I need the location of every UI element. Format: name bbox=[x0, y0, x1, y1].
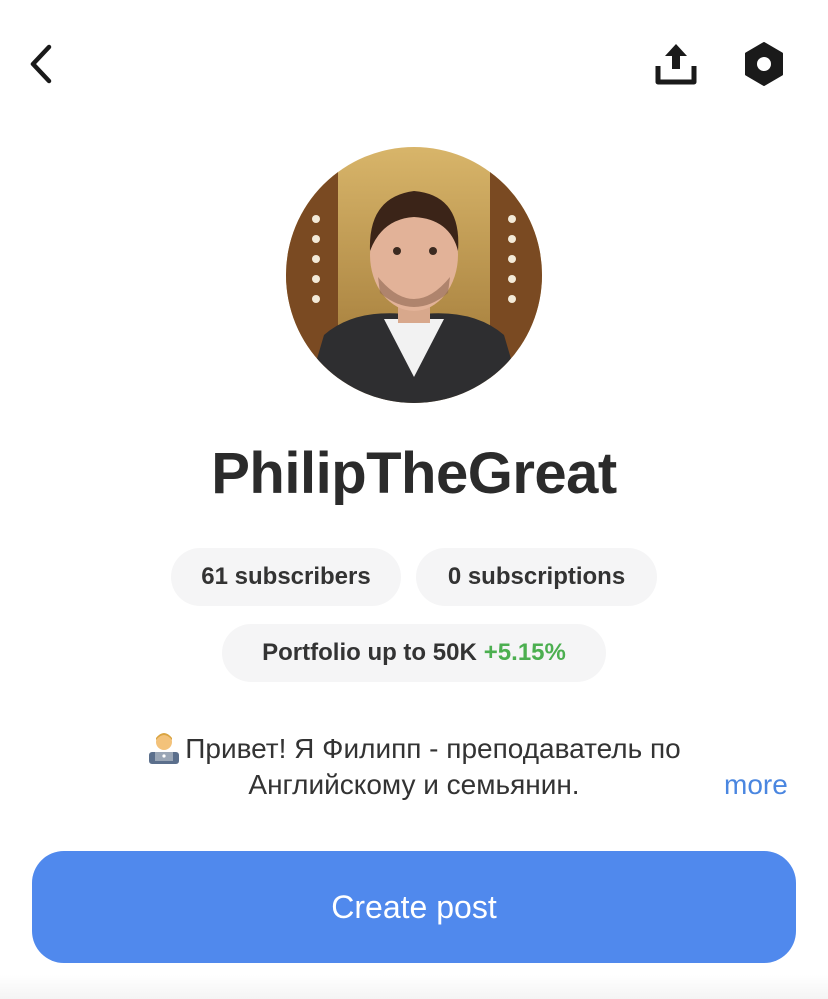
chevron-left-icon bbox=[30, 44, 52, 84]
share-upload-icon bbox=[655, 44, 697, 85]
settings-button[interactable] bbox=[738, 38, 790, 90]
portfolio-change: +5.15% bbox=[483, 639, 566, 666]
technologist-emoji-icon bbox=[147, 730, 181, 764]
create-post-button[interactable]: Create post bbox=[32, 851, 796, 963]
bio-line-1: Привет! Я Филипп - преподаватель по bbox=[185, 733, 681, 764]
bottom-divider bbox=[0, 975, 828, 999]
create-post-label: Create post bbox=[331, 888, 497, 925]
subscribers-count-chip[interactable]: 61 subscribers bbox=[171, 548, 401, 606]
portfolio-label: Portfolio up to 50K bbox=[262, 639, 477, 666]
back-button[interactable] bbox=[18, 38, 62, 90]
portfolio-chip[interactable]: Portfolio up to 50K +5.15% bbox=[222, 624, 606, 682]
user-avatar-photo bbox=[286, 147, 542, 403]
top-bar bbox=[0, 0, 828, 130]
profile-bio: Привет! Я Филипп - преподаватель по Англ… bbox=[100, 730, 728, 803]
hexagon-settings-icon bbox=[745, 42, 783, 86]
profile-avatar[interactable] bbox=[286, 147, 542, 403]
bio-more-link[interactable]: more bbox=[724, 769, 788, 801]
subscriptions-label: 0 subscriptions bbox=[447, 563, 626, 590]
bio-line-2: Английскому и семьянин. bbox=[248, 769, 580, 800]
subscribers-label: 61 subscribers bbox=[201, 563, 371, 590]
subscriptions-count-chip[interactable]: 0 subscriptions bbox=[416, 548, 657, 606]
share-button[interactable] bbox=[650, 38, 702, 90]
username: PhilipTheGreat bbox=[211, 441, 617, 506]
